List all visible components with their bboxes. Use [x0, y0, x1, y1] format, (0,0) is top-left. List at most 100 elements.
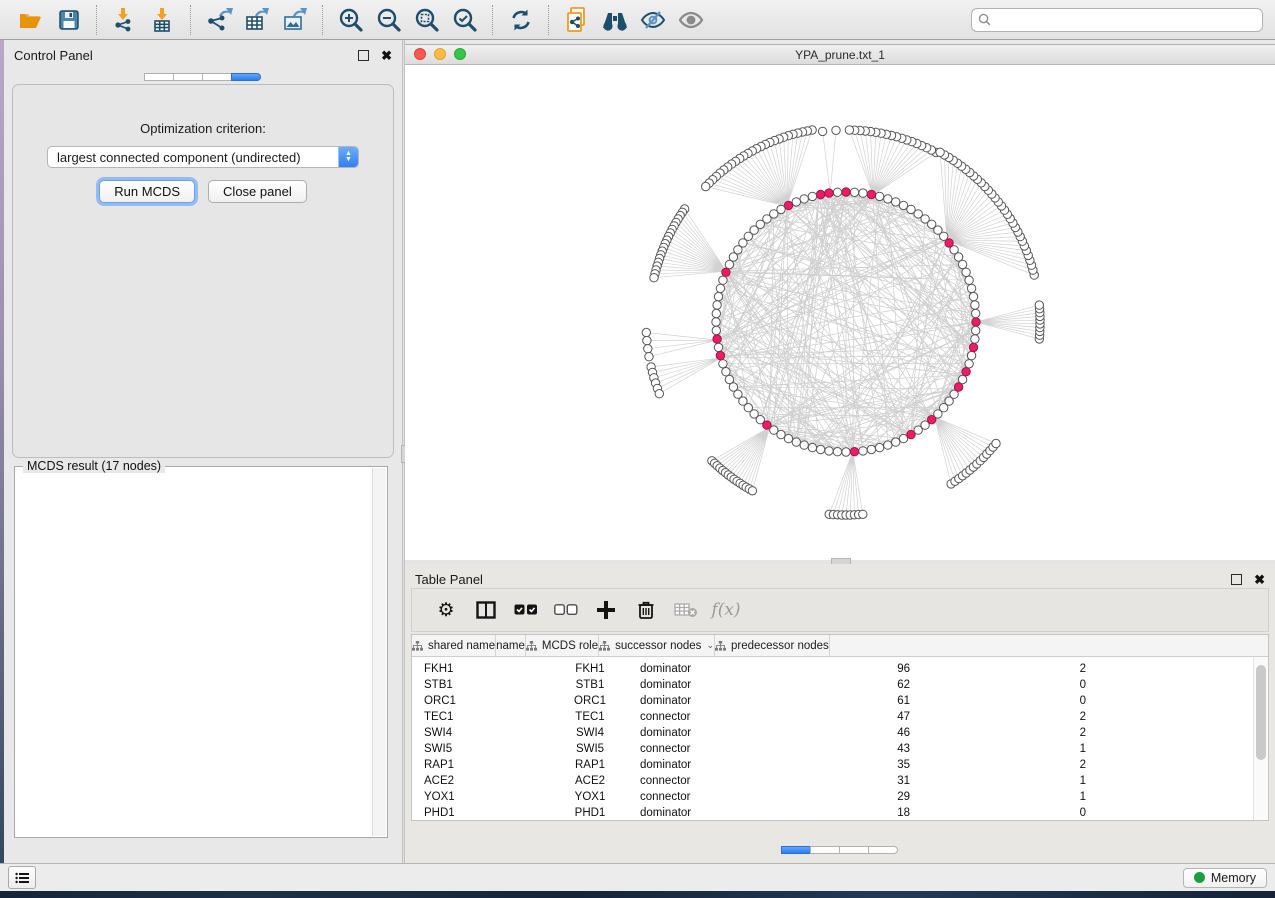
delete-column-button[interactable] [626, 592, 666, 628]
close-panel-icon[interactable]: ✖ [1254, 575, 1265, 584]
close-panel-icon[interactable]: ✖ [381, 51, 392, 60]
export-table-icon [243, 7, 271, 33]
table-row[interactable]: ACE2 ACE2 connector 31 1 [412, 773, 1268, 789]
run-mcds-button[interactable]: Run MCDS [99, 180, 195, 203]
table-row[interactable]: ORC1 ORC1 dominator 61 0 [412, 693, 1268, 709]
column-header[interactable]: shared name [412, 635, 496, 656]
table-scrollbar-thumb[interactable] [1256, 665, 1266, 760]
import-table-button[interactable] [146, 4, 180, 36]
memory-button[interactable]: Memory [1183, 868, 1267, 888]
control-panel-tab[interactable] [202, 73, 232, 81]
task-history-button[interactable] [8, 866, 36, 889]
cell-predecessor-nodes: 0 [926, 807, 1098, 819]
column-header-label: predecessor nodes [731, 640, 829, 652]
cell-name: ORC1 [550, 695, 630, 707]
control-panel-tab[interactable] [173, 73, 203, 81]
cell-shared-name: RAP1 [412, 759, 550, 771]
table-row[interactable]: STB1 STB1 dominator 62 0 [412, 677, 1268, 693]
table-row[interactable]: SWI4 SWI4 dominator 46 2 [412, 725, 1268, 741]
hide-panel-button[interactable] [636, 4, 670, 36]
save-session-button[interactable] [52, 4, 86, 36]
network-view-window: YPA_prune.txt_1 [405, 44, 1275, 560]
network-titlebar: YPA_prune.txt_1 [405, 45, 1275, 65]
table-tab[interactable] [868, 846, 898, 854]
binoculars-icon [600, 8, 630, 32]
table-toolbar: ⚙ [411, 588, 1269, 632]
table-row[interactable]: RAP1 RAP1 dominator 35 2 [412, 757, 1268, 773]
table-scrollbar[interactable] [1253, 657, 1268, 820]
cell-shared-name: ORC1 [412, 695, 550, 707]
cell-shared-name: STB1 [412, 679, 550, 691]
column-header-label: MCDS role [542, 640, 598, 652]
cell-shared-name: FKH1 [412, 663, 550, 675]
column-header[interactable]: name [496, 635, 526, 656]
cell-successor-nodes: 47 [790, 711, 926, 723]
cell-predecessor-nodes: 2 [926, 663, 1098, 675]
select-all-button[interactable] [506, 592, 546, 628]
search-input[interactable] [996, 12, 1256, 28]
deselect-all-button[interactable] [546, 592, 586, 628]
gear-icon: ⚙ [437, 599, 454, 622]
desktop-background-strip [0, 891, 1275, 898]
zoom-in-button[interactable] [334, 4, 368, 36]
table-tab[interactable] [781, 846, 811, 854]
table-tab[interactable] [810, 846, 840, 854]
zoom-selected-button[interactable] [448, 4, 482, 36]
cell-shared-name: PHD1 [412, 807, 550, 819]
global-search-field[interactable] [971, 8, 1263, 32]
show-panel-button[interactable] [674, 4, 708, 36]
network-from-document-button[interactable] [560, 4, 594, 36]
export-image-button[interactable] [278, 4, 312, 36]
mcds-list-scrollbar[interactable] [372, 468, 386, 836]
close-panel-button[interactable]: Close panel [208, 180, 307, 203]
criterion-dropdown[interactable]: largest connected component (undirected)… [47, 146, 359, 168]
minimize-window-icon[interactable] [434, 48, 446, 60]
cell-successor-nodes: 43 [790, 743, 926, 755]
open-session-button[interactable] [14, 4, 48, 36]
control-panel-tab[interactable] [144, 73, 174, 81]
zoom-out-icon [376, 7, 402, 33]
cell-name: STB1 [550, 679, 630, 691]
column-header[interactable]: predecessor nodes [715, 635, 830, 656]
toolbar-separator [96, 5, 98, 35]
cell-mcds-role: connector [630, 791, 790, 803]
import-network-button[interactable] [108, 4, 142, 36]
cell-successor-nodes: 29 [790, 791, 926, 803]
cell-predecessor-nodes: 2 [926, 727, 1098, 739]
column-header-label: name [496, 640, 525, 652]
select-all-checks-icon [514, 604, 538, 616]
table-tab[interactable] [839, 846, 869, 854]
table-row[interactable]: YOX1 YOX1 connector 29 1 [412, 789, 1268, 805]
control-panel-tab[interactable] [231, 73, 261, 81]
cell-name: PHD1 [550, 807, 630, 819]
network-canvas[interactable] [405, 65, 1275, 560]
search-tools-button[interactable] [598, 4, 632, 36]
zoom-out-button[interactable] [372, 4, 406, 36]
cell-successor-nodes: 46 [790, 727, 926, 739]
export-network-button[interactable] [202, 4, 236, 36]
add-column-button[interactable] [586, 592, 626, 628]
table-settings-button[interactable]: ⚙ [426, 592, 466, 628]
export-table-button[interactable] [240, 4, 274, 36]
close-window-icon[interactable] [414, 48, 426, 60]
split-columns-button[interactable] [466, 592, 506, 628]
float-window-icon[interactable] [358, 50, 369, 61]
table-row[interactable]: SWI5 SWI5 connector 43 1 [412, 741, 1268, 757]
list-menu-icon [15, 872, 29, 884]
refresh-button[interactable] [504, 4, 538, 36]
node-table-header: shared name name [412, 635, 1268, 657]
control-panel: Control Panel ✖ Optimization criterion: … [4, 40, 402, 863]
cell-successor-nodes: 62 [790, 679, 926, 691]
zoom-fit-button[interactable] [410, 4, 444, 36]
table-row[interactable]: TEC1 TEC1 connector 47 2 [412, 709, 1268, 725]
column-header[interactable]: successor nodes ⌄ [599, 635, 715, 656]
sitemap-icon [526, 641, 537, 651]
float-window-icon[interactable] [1231, 574, 1242, 585]
column-header-label: successor nodes [615, 640, 701, 652]
cell-mcds-role: dominator [630, 695, 790, 707]
table-row[interactable]: FKH1 FKH1 dominator 96 2 [412, 661, 1268, 677]
maximize-window-icon[interactable] [454, 48, 466, 60]
table-row[interactable]: PHD1 PHD1 dominator 18 0 [412, 805, 1268, 821]
column-header[interactable]: MCDS role [526, 635, 599, 656]
cell-name: ACE2 [550, 775, 630, 787]
